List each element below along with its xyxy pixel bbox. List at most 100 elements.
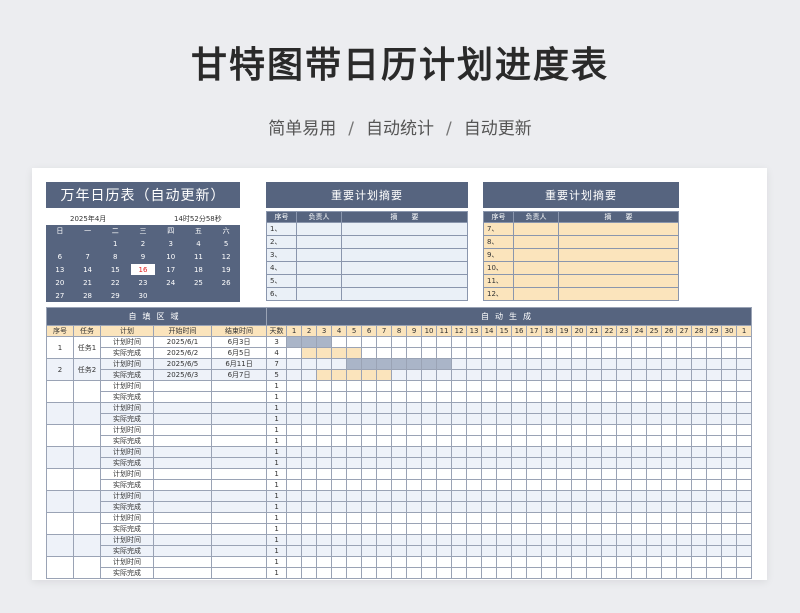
task-name[interactable] xyxy=(73,556,101,579)
calendar-day-cell[interactable]: 27 xyxy=(46,289,74,302)
summary-text-cell[interactable] xyxy=(558,235,679,249)
start-date-cell[interactable] xyxy=(153,391,212,403)
task-number[interactable] xyxy=(46,534,74,557)
summary-text-cell[interactable] xyxy=(341,274,468,288)
calendar-day-cell[interactable]: 23 xyxy=(129,276,157,289)
summary-owner-cell[interactable] xyxy=(513,235,559,249)
summary-text-cell[interactable] xyxy=(341,222,468,236)
end-date-cell[interactable] xyxy=(210,391,268,403)
summary-owner-cell[interactable] xyxy=(513,261,559,275)
end-date-cell[interactable] xyxy=(210,446,268,458)
end-date-cell[interactable]: 6月3日 xyxy=(210,336,268,348)
task-name[interactable] xyxy=(73,468,101,491)
task-name[interactable] xyxy=(73,380,101,403)
task-name[interactable] xyxy=(73,534,101,557)
task-number[interactable] xyxy=(46,512,74,535)
task-name[interactable]: 任务1 xyxy=(73,336,101,359)
end-date-cell[interactable]: 6月7日 xyxy=(210,369,268,381)
summary-text-cell[interactable] xyxy=(341,287,468,301)
end-date-cell[interactable]: 6月5日 xyxy=(210,347,268,359)
start-date-cell[interactable] xyxy=(153,545,212,557)
summary-owner-cell[interactable] xyxy=(296,261,342,275)
calendar-day-cell[interactable]: 21 xyxy=(74,276,102,289)
end-date-cell[interactable] xyxy=(210,490,268,502)
start-date-cell[interactable] xyxy=(153,556,212,568)
start-date-cell[interactable] xyxy=(153,424,212,436)
end-date-cell[interactable]: 6月11日 xyxy=(210,358,268,370)
calendar-day-cell[interactable]: 19 xyxy=(212,263,240,276)
summary-owner-cell[interactable] xyxy=(513,248,559,262)
summary-owner-cell[interactable] xyxy=(296,235,342,249)
end-date-cell[interactable] xyxy=(210,512,268,524)
start-date-cell[interactable]: 2025/6/2 xyxy=(153,347,212,359)
calendar-day-cell[interactable]: 20 xyxy=(46,276,74,289)
task-name[interactable] xyxy=(73,424,101,447)
start-date-cell[interactable] xyxy=(153,413,212,425)
start-date-cell[interactable] xyxy=(153,523,212,535)
calendar-day-cell[interactable]: 7 xyxy=(74,251,102,264)
summary-owner-cell[interactable] xyxy=(513,287,559,301)
task-number[interactable] xyxy=(46,380,74,403)
end-date-cell[interactable] xyxy=(210,402,268,414)
end-date-cell[interactable] xyxy=(210,501,268,513)
start-date-cell[interactable] xyxy=(153,402,212,414)
task-number[interactable] xyxy=(46,556,74,579)
task-name[interactable] xyxy=(73,402,101,425)
calendar-day-cell[interactable]: 1 xyxy=(101,238,129,251)
calendar-day-cell[interactable]: 11 xyxy=(185,251,213,264)
start-date-cell[interactable] xyxy=(153,567,212,579)
calendar-today-cell[interactable]: 16 xyxy=(131,264,155,276)
end-date-cell[interactable] xyxy=(210,479,268,491)
calendar-day-cell[interactable]: 8 xyxy=(101,251,129,264)
start-date-cell[interactable] xyxy=(153,457,212,469)
calendar-day-cell[interactable]: 2 xyxy=(129,238,157,251)
calendar-day-cell[interactable]: 28 xyxy=(74,289,102,302)
end-date-cell[interactable] xyxy=(210,457,268,469)
task-name[interactable] xyxy=(73,446,101,469)
calendar-day-cell[interactable]: 15 xyxy=(101,263,129,276)
task-number[interactable] xyxy=(46,468,74,491)
summary-owner-cell[interactable] xyxy=(296,222,342,236)
calendar-day-cell[interactable]: 30 xyxy=(129,289,157,302)
end-date-cell[interactable] xyxy=(210,424,268,436)
calendar-day-cell[interactable]: 4 xyxy=(185,238,213,251)
task-name[interactable] xyxy=(73,512,101,535)
calendar-day-cell[interactable]: 29 xyxy=(101,289,129,302)
calendar-day-cell[interactable]: 3 xyxy=(157,238,185,251)
summary-text-cell[interactable] xyxy=(341,235,468,249)
start-date-cell[interactable] xyxy=(153,468,212,480)
calendar-day-cell[interactable]: 22 xyxy=(101,276,129,289)
start-date-cell[interactable] xyxy=(153,512,212,524)
end-date-cell[interactable] xyxy=(210,534,268,546)
calendar-day-cell[interactable]: 17 xyxy=(157,263,185,276)
task-number[interactable] xyxy=(46,402,74,425)
calendar-day-cell[interactable]: 14 xyxy=(74,263,102,276)
end-date-cell[interactable] xyxy=(210,380,268,392)
calendar-day-cell[interactable]: 5 xyxy=(212,238,240,251)
task-number[interactable] xyxy=(46,490,74,513)
end-date-cell[interactable] xyxy=(210,556,268,568)
start-date-cell[interactable] xyxy=(153,479,212,491)
calendar-day-cell[interactable]: 24 xyxy=(157,276,185,289)
end-date-cell[interactable] xyxy=(210,435,268,447)
calendar-day-cell[interactable]: 13 xyxy=(46,263,74,276)
calendar-day-cell[interactable]: 12 xyxy=(212,251,240,264)
calendar-day-cell[interactable]: 6 xyxy=(46,251,74,264)
task-number[interactable]: 1 xyxy=(46,336,74,359)
summary-text-cell[interactable] xyxy=(341,248,468,262)
task-number[interactable] xyxy=(46,446,74,469)
summary-owner-cell[interactable] xyxy=(513,274,559,288)
summary-text-cell[interactable] xyxy=(558,287,679,301)
end-date-cell[interactable] xyxy=(210,468,268,480)
start-date-cell[interactable]: 2025/6/5 xyxy=(153,358,212,370)
calendar-day-cell[interactable]: 25 xyxy=(185,276,213,289)
task-name[interactable] xyxy=(73,490,101,513)
start-date-cell[interactable] xyxy=(153,380,212,392)
end-date-cell[interactable] xyxy=(210,545,268,557)
summary-owner-cell[interactable] xyxy=(296,287,342,301)
start-date-cell[interactable] xyxy=(153,435,212,447)
start-date-cell[interactable]: 2025/6/1 xyxy=(153,336,212,348)
summary-text-cell[interactable] xyxy=(558,248,679,262)
summary-text-cell[interactable] xyxy=(558,222,679,236)
task-number[interactable]: 2 xyxy=(46,358,74,381)
